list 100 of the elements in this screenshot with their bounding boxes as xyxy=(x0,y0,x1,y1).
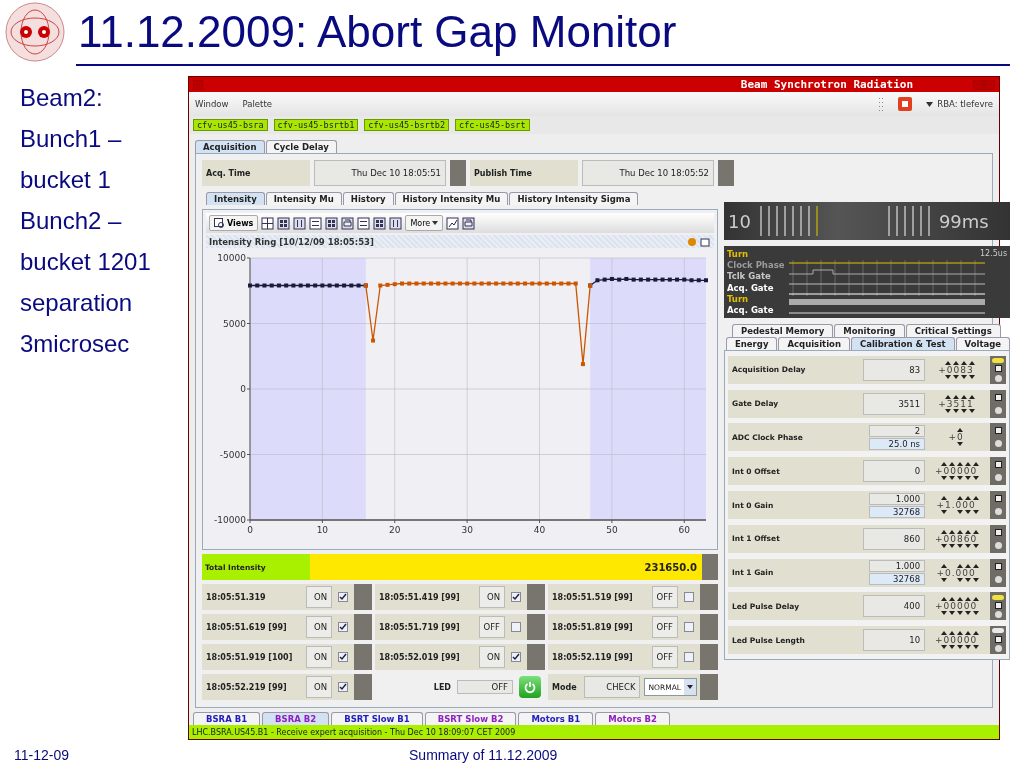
tab[interactable]: BSRA B2 xyxy=(262,712,330,725)
point xyxy=(704,278,708,283)
checkbox[interactable] xyxy=(684,592,694,602)
tab[interactable]: Acquisition xyxy=(778,337,850,350)
checkbox[interactable] xyxy=(511,622,521,632)
tab[interactable]: BSRT Slow B1 xyxy=(331,712,423,725)
note-line: bucket 1201 xyxy=(20,248,152,276)
tab[interactable]: Intensity Mu xyxy=(265,192,342,205)
device-tag[interactable]: cfc-us45-bsrt xyxy=(455,119,530,131)
tab[interactable]: Critical Settings xyxy=(905,324,1001,337)
rows-icon[interactable] xyxy=(357,216,371,230)
chart-icon[interactable] xyxy=(446,216,460,230)
tab[interactable]: BSRA B1 xyxy=(193,712,261,725)
timestamp: 18:05:52.119 [99] xyxy=(552,652,634,662)
digit-spinner[interactable]: +0.000 xyxy=(936,567,976,578)
tiles-icon[interactable] xyxy=(373,216,387,230)
tab[interactable]: Cycle Delay xyxy=(265,140,337,153)
small-square-icon xyxy=(994,427,1002,435)
tab[interactable]: Acquisition xyxy=(195,140,265,153)
tab[interactable]: BSRT Slow B2 xyxy=(424,712,517,725)
point xyxy=(305,283,310,288)
caret-icon[interactable] xyxy=(926,101,934,107)
digit-spinner[interactable]: +3511 xyxy=(938,398,974,409)
tab[interactable]: History xyxy=(342,192,394,205)
timestamp: 18:05:51.319 xyxy=(206,592,267,602)
point xyxy=(624,276,629,281)
tab[interactable]: Intensity xyxy=(206,192,265,205)
point xyxy=(421,281,426,286)
columns-icon[interactable] xyxy=(293,216,307,230)
checkbox[interactable] xyxy=(338,682,348,692)
digit-spinner[interactable]: +00000 xyxy=(934,466,978,477)
checkbox[interactable] xyxy=(338,652,348,662)
point xyxy=(508,281,513,286)
grid-icon[interactable] xyxy=(261,216,275,230)
value-field: 32768 xyxy=(869,505,926,518)
tiles-icon[interactable] xyxy=(325,216,339,230)
tab[interactable]: Calibration & Test xyxy=(850,337,955,350)
tab[interactable]: Monitoring xyxy=(834,324,905,337)
menu-item[interactable]: Palette xyxy=(242,99,272,109)
checkbox[interactable] xyxy=(511,652,521,662)
tab[interactable]: Pedestal Memory xyxy=(732,324,834,337)
power-button[interactable] xyxy=(519,676,541,698)
checkbox[interactable] xyxy=(684,622,694,632)
columns-icon[interactable] xyxy=(389,216,403,230)
checkbox[interactable] xyxy=(684,652,694,662)
menu-item[interactable]: Window xyxy=(195,99,229,109)
chart-controls-icon[interactable] xyxy=(687,236,711,247)
slide-title: 11.12.2009: Abort Gap Monitor xyxy=(78,7,677,57)
note-line: separation xyxy=(20,289,134,317)
time-label: Acq. Time xyxy=(202,160,310,186)
tab[interactable]: History Intensity Sigma xyxy=(509,192,639,205)
point xyxy=(327,283,332,288)
rows-icon[interactable] xyxy=(309,216,323,230)
tab[interactable]: Motors B2 xyxy=(595,712,670,725)
user-label[interactable]: RBA: tlefevre xyxy=(937,99,993,109)
tab[interactable]: Energy xyxy=(726,337,778,350)
digit-spinner[interactable]: +1.000 xyxy=(936,500,976,510)
tab[interactable]: Motors B1 xyxy=(518,712,594,725)
digit-spinner[interactable]: +00860 xyxy=(934,533,978,544)
power-icon xyxy=(523,680,537,694)
point xyxy=(320,283,325,288)
tiles-icon[interactable] xyxy=(277,216,291,230)
state-field: ON xyxy=(306,646,332,668)
point xyxy=(595,278,600,283)
status-block xyxy=(354,584,372,610)
point xyxy=(298,283,303,288)
more-button[interactable]: More xyxy=(405,215,444,231)
magnifier-icon xyxy=(214,217,225,229)
printer-icon[interactable] xyxy=(341,216,355,230)
point xyxy=(573,281,578,286)
stop-icon[interactable] xyxy=(898,97,913,111)
tab[interactable]: History Intensity Mu xyxy=(394,192,509,205)
checkbox[interactable] xyxy=(338,592,348,602)
point xyxy=(349,283,354,288)
value-field: 1.000 xyxy=(869,492,926,505)
state-field: OFF xyxy=(652,616,678,638)
device-tag[interactable]: cfv-us45-bsrtb1 xyxy=(273,119,359,131)
info-icon xyxy=(994,575,1002,583)
time-label: Publish Time xyxy=(470,160,578,186)
checkbox[interactable] xyxy=(511,592,521,602)
digit-spinner[interactable]: +0 xyxy=(948,432,964,443)
signal-label: Turn xyxy=(727,293,750,304)
tab[interactable]: Voltage xyxy=(955,337,1011,350)
digit-spinner[interactable]: +00000 xyxy=(934,601,978,612)
digit-spinner[interactable]: +0083 xyxy=(938,364,974,375)
value-field: 2 xyxy=(869,424,926,437)
views-button[interactable]: Views xyxy=(209,215,259,231)
value-field: 1.000 xyxy=(869,560,926,573)
point xyxy=(682,277,687,282)
status-block xyxy=(527,614,545,640)
note-line: Beam2: xyxy=(20,84,104,112)
timestamp: 18:05:51.619 [99] xyxy=(206,622,288,632)
info-icon xyxy=(994,541,1002,549)
checkbox[interactable] xyxy=(338,622,348,632)
digit-spinner[interactable]: +00000 xyxy=(934,635,978,646)
point xyxy=(313,283,318,288)
device-tag[interactable]: cfv-us45-bsra xyxy=(193,119,268,131)
signal-label: Clock Phase xyxy=(727,260,786,271)
printer-icon[interactable] xyxy=(462,216,476,230)
device-tag[interactable]: cfv-us45-bsrtb2 xyxy=(364,119,450,131)
